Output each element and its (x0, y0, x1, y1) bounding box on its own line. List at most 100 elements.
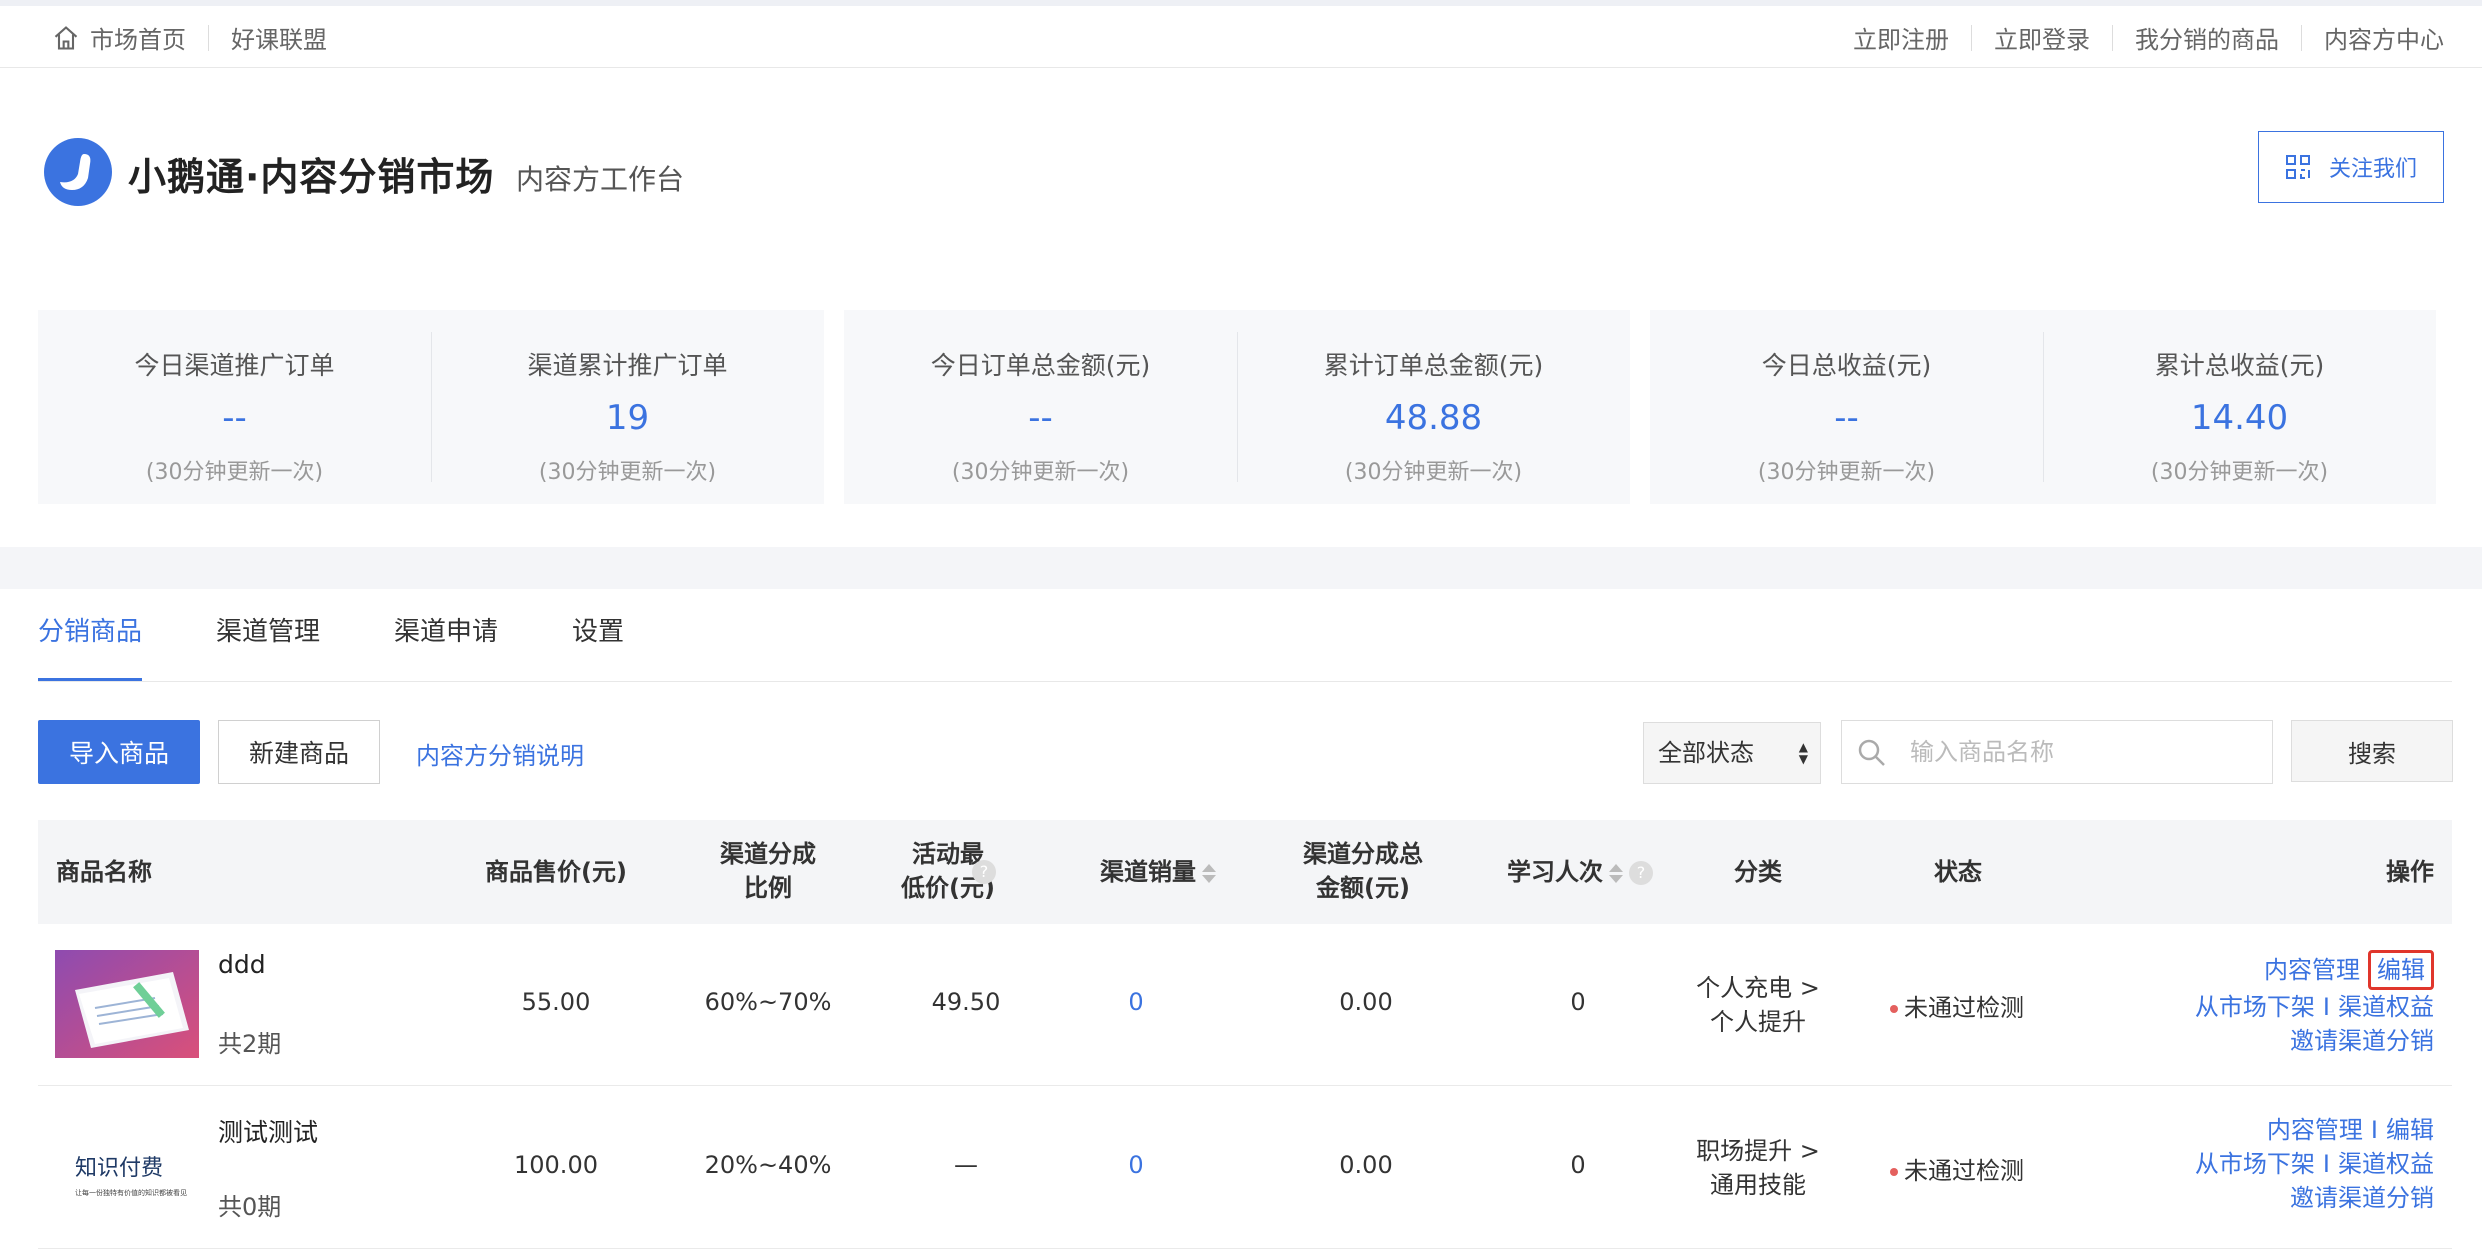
stat-note: (30分钟更新一次) (538, 460, 717, 485)
stat-value: -- (1834, 398, 1859, 438)
new-product-button[interactable]: 新建商品 (218, 720, 380, 784)
th-min-price-line2: 低价(元) (901, 874, 995, 902)
qrcode-icon (2285, 155, 2310, 179)
page-subtitle: 内容方工作台 (516, 163, 685, 196)
stats-group-revenue: 今日总收益(元) -- (30分钟更新一次) 累计总收益(元) 14.40 (3… (1650, 310, 2436, 504)
separator (2301, 24, 2302, 51)
th-ratio: 渠道分成 比例 (688, 837, 848, 905)
row-actions: 内容管理 编辑 从市场下架 I 渠道权益 邀请渠道分销 (2195, 950, 2434, 1058)
th-learners[interactable]: 学习人次? (1430, 855, 1730, 889)
thumb-caption: 让每一份独特有价值的知识都被看见 (75, 1188, 187, 1197)
alliance-link[interactable]: 好课联盟 (231, 20, 327, 55)
my-products-link[interactable]: 我分销的商品 (2135, 20, 2279, 55)
stat-label: 今日订单总金额(元) (930, 351, 1151, 380)
login-link[interactable]: 立即登录 (1994, 20, 2090, 55)
content-management-link[interactable]: 内容管理 (2267, 1116, 2363, 1144)
cell-min-price: — (954, 1151, 978, 1179)
distribution-help-link[interactable]: 内容方分销说明 (416, 736, 584, 771)
status-filter-value: 全部状态 (1658, 739, 1754, 767)
row-actions: 内容管理 I 编辑 从市场下架 I 渠道权益 邀请渠道分销 (2195, 1113, 2434, 1215)
register-link[interactable]: 立即注册 (1853, 20, 1949, 55)
product-name[interactable]: 测试测试 (218, 1113, 318, 1149)
channel-rights-link[interactable]: 渠道权益 (2338, 1150, 2434, 1178)
stat-value: -- (1028, 398, 1053, 438)
stat-value: 48.88 (1384, 398, 1483, 438)
cell-min-price: 49.50 (931, 988, 1001, 1016)
cell-total: 0.00 (1339, 988, 1393, 1016)
invite-channel-link[interactable]: 邀请渠道分销 (2290, 1027, 2434, 1055)
cell-sales-link[interactable]: 0 (1056, 1151, 1216, 1179)
stat-value: 14.40 (2190, 398, 2289, 438)
content-center-link[interactable]: 内容方中心 (2324, 20, 2444, 55)
cell-total: 0.00 (1339, 1151, 1393, 1179)
select-arrows-icon: ▲ ▼ (1798, 740, 1808, 766)
status-badge: 未通过检测 (1890, 1151, 2024, 1186)
cell-category: 个人充电 > 个人提升 (1658, 971, 1858, 1039)
home-icon (54, 25, 78, 50)
status-filter-select[interactable]: 全部状态 ▲ ▼ (1643, 722, 1821, 784)
tab-channel-management[interactable]: 渠道管理 (216, 600, 320, 682)
stat-label: 累计总收益(元) (2154, 351, 2325, 380)
help-icon[interactable]: ? (1629, 861, 1653, 885)
section-divider (0, 547, 2482, 589)
search-box (1841, 720, 2273, 784)
product-thumbnail[interactable] (55, 950, 199, 1058)
stat-note: (30分钟更新一次) (1344, 460, 1523, 485)
top-nav-right: 立即注册 立即登录 我分销的商品 内容方中心 (1853, 20, 2444, 55)
cell-sales-link[interactable]: 0 (1056, 988, 1216, 1016)
th-learners-label: 学习人次 (1507, 858, 1603, 886)
cell-learners: 0 (1570, 1151, 1586, 1179)
tab-channel-applications[interactable]: 渠道申请 (394, 600, 498, 682)
product-name[interactable]: ddd (218, 950, 266, 979)
cell-price: 55.00 (521, 988, 591, 1016)
th-ops: 操作 (2386, 858, 2434, 886)
search-input[interactable] (1910, 733, 2250, 771)
separator (208, 24, 209, 51)
tab-products[interactable]: 分销商品 (38, 600, 143, 682)
status-dot-icon (1890, 1168, 1898, 1176)
th-sales-label: 渠道销量 (1100, 858, 1196, 886)
cell-learners: 0 (1570, 988, 1586, 1016)
th-status: 状态 (1934, 858, 1982, 886)
th-min-price-line1: 活动最 (912, 840, 984, 868)
edit-link[interactable]: 编辑 (2386, 1116, 2434, 1144)
thumb-title: 知识付费 (75, 1156, 163, 1181)
th-name: 商品名称 (56, 858, 152, 886)
stat-label: 今日渠道推广订单 (134, 351, 335, 380)
cell-price: 100.00 (514, 1151, 598, 1179)
content-management-link[interactable]: 内容管理 (2264, 956, 2360, 984)
search-button[interactable]: 搜索 (2291, 720, 2453, 782)
delist-link[interactable]: 从市场下架 (2195, 993, 2315, 1021)
stat-total-amount: 累计订单总金额(元) 48.88 (30分钟更新一次) (1237, 310, 1630, 504)
help-icon[interactable]: ? (972, 860, 996, 884)
channel-rights-link[interactable]: 渠道权益 (2338, 993, 2434, 1021)
th-category: 分类 (1734, 858, 1782, 886)
tab-settings[interactable]: 设置 (572, 600, 624, 682)
product-thumbnail[interactable]: 知识付费 让每一份独特有价值的知识都被看见 (55, 1113, 199, 1221)
market-home-link[interactable]: 市场首页 (90, 20, 186, 55)
category-line2: 个人提升 (1710, 1008, 1806, 1036)
sort-icon[interactable] (1202, 863, 1216, 883)
page-title: 小鹅通·内容分销市场 (128, 155, 495, 199)
status-dot-icon (1890, 1005, 1898, 1013)
follow-us-button[interactable]: 关注我们 (2258, 131, 2444, 203)
status-label: 未通过检测 (1904, 1157, 2024, 1185)
invite-channel-link[interactable]: 邀请渠道分销 (2290, 1184, 2434, 1212)
delist-link[interactable]: 从市场下架 (2195, 1150, 2315, 1178)
category-line2: 通用技能 (1710, 1171, 1806, 1199)
import-product-button[interactable]: 导入商品 (38, 720, 200, 784)
stat-note: (30分钟更新一次) (1757, 460, 1936, 485)
stat-note: (30分钟更新一次) (2150, 460, 2329, 485)
stat-label: 渠道累计推广订单 (527, 351, 728, 380)
sort-icon[interactable] (1609, 863, 1623, 883)
stat-today-revenue: 今日总收益(元) -- (30分钟更新一次) (1650, 310, 2043, 504)
stat-note: (30分钟更新一次) (145, 460, 324, 485)
stat-note: (30分钟更新一次) (951, 460, 1130, 485)
edit-link[interactable]: 编辑 (2368, 950, 2434, 990)
stat-value: 19 (605, 398, 650, 438)
th-price: 商品售价(元) (485, 858, 627, 886)
stat-today-amount: 今日订单总金额(元) -- (30分钟更新一次) (844, 310, 1237, 504)
th-ratio-line1: 渠道分成 (720, 840, 816, 868)
separator: I (2322, 1150, 2330, 1178)
separator: I (2322, 993, 2330, 1021)
